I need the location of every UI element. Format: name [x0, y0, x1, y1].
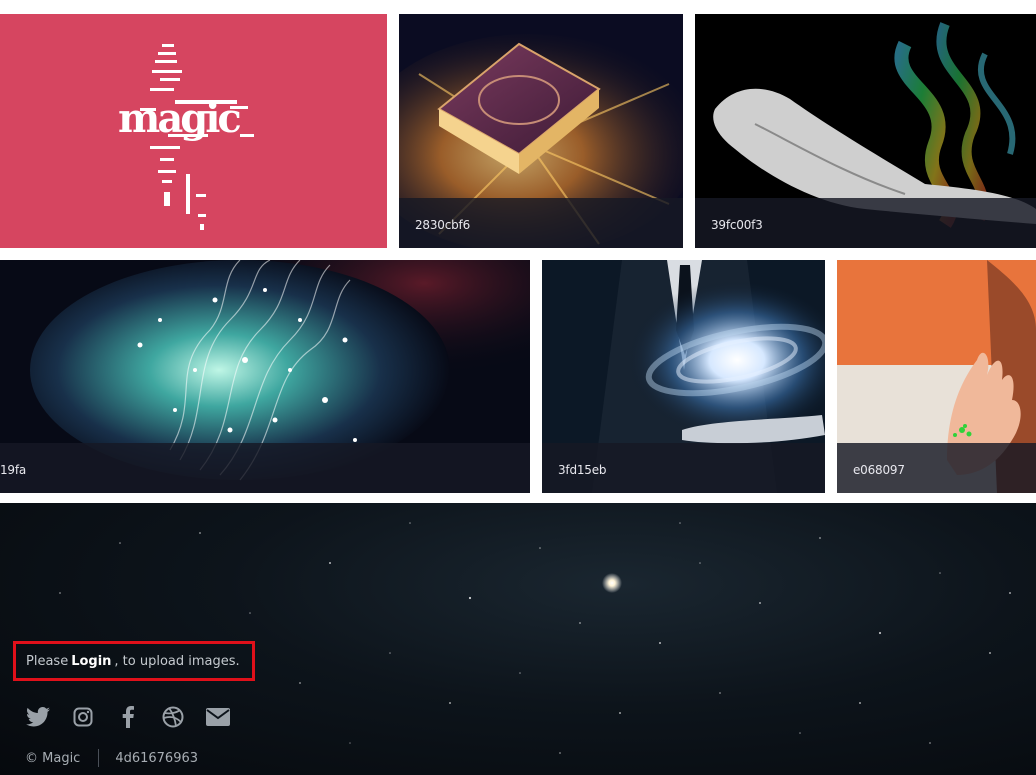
- instagram-icon[interactable]: [70, 705, 96, 729]
- image-gallery: magic 2830cbf6 39fc00f3 19fa 3fd15eb e06…: [0, 0, 1036, 503]
- gallery-tile-particles[interactable]: 19fa: [0, 260, 530, 493]
- starfield-background: [59, 522, 1011, 754]
- tile-caption: 3fd15eb: [558, 463, 607, 477]
- footer-meta: © Magic 4d61676963: [25, 749, 198, 767]
- site-footer: Please Login , to upload images. © Magic…: [0, 503, 1036, 775]
- tile-caption: 39fc00f3: [711, 218, 763, 232]
- tile-caption: 19fa: [0, 463, 27, 477]
- twitter-icon[interactable]: [25, 705, 51, 729]
- login-suffix-text: , to upload images.: [114, 653, 240, 669]
- mail-icon[interactable]: [205, 705, 231, 729]
- gallery-tile-magic-logo[interactable]: magic: [0, 14, 387, 248]
- login-link[interactable]: Login: [71, 654, 111, 669]
- copyright-text: © Magic: [25, 750, 81, 766]
- login-prefix-text: Please: [26, 653, 69, 669]
- facebook-icon[interactable]: [115, 705, 141, 729]
- gallery-tile-hand-orange[interactable]: e068097: [837, 260, 1036, 493]
- meta-divider: [98, 749, 100, 767]
- build-id-text: 4d61676963: [115, 750, 199, 766]
- svg-text:magic: magic: [118, 95, 240, 142]
- gallery-tile-suit-galaxy[interactable]: 3fd15eb: [542, 260, 825, 493]
- dribbble-icon[interactable]: [160, 705, 186, 729]
- tile-caption-bar: [0, 443, 530, 493]
- gallery-tile-book[interactable]: 2830cbf6: [399, 14, 683, 248]
- social-links: [25, 705, 231, 729]
- login-notice: Please Login , to upload images.: [13, 641, 255, 681]
- gallery-tile-hand-smoke[interactable]: 39fc00f3: [695, 14, 1036, 248]
- tile-caption: 2830cbf6: [415, 218, 471, 232]
- magic-logo-image: magic: [0, 14, 387, 248]
- tile-caption: e068097: [853, 463, 905, 477]
